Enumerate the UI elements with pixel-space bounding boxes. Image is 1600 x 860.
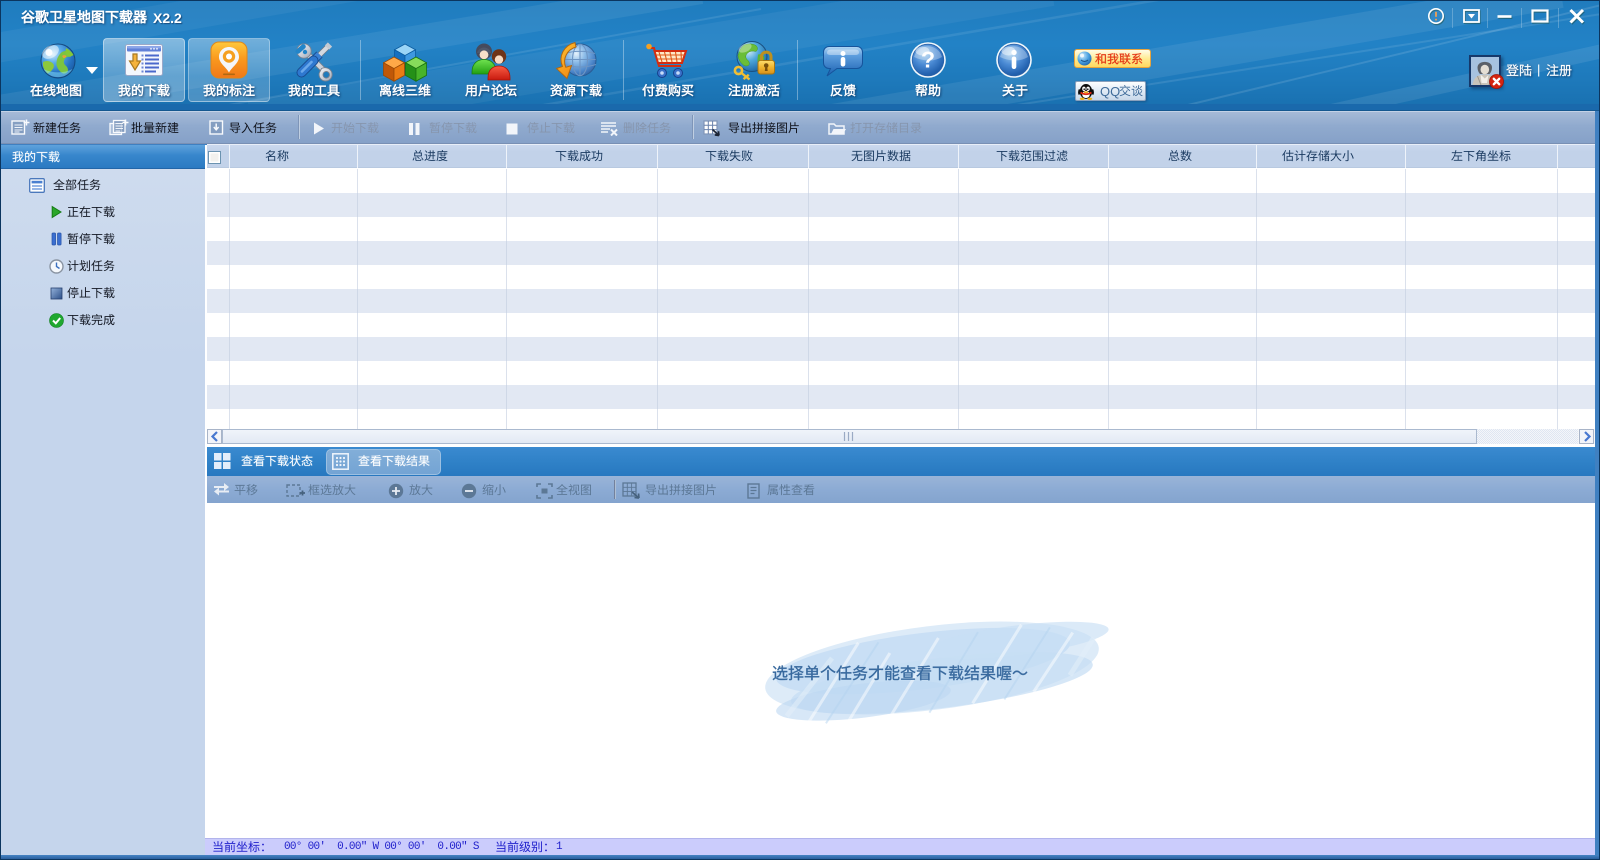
svg-text:?: ? [921,47,935,73]
